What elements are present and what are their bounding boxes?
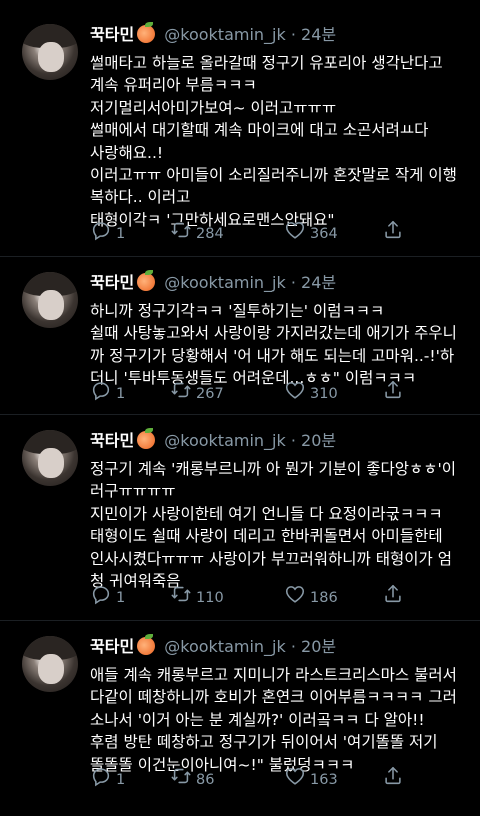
avatar[interactable] <box>22 430 78 486</box>
reply-icon <box>90 583 112 613</box>
peach-emoji-icon <box>137 428 156 449</box>
retweet-button[interactable]: 86 <box>170 768 214 792</box>
retweet-icon <box>170 583 192 613</box>
reply-icon <box>90 379 112 409</box>
tweet-text: 썰매타고 하늘로 올라갈때 정구기 유포리아 생각난다고 계속 유퍼리아 부름ㅋ… <box>90 54 457 229</box>
separator-dot: · <box>290 637 296 656</box>
user-handle[interactable]: @kooktamin_jk <box>164 273 286 292</box>
retweet-button[interactable]: 267 <box>170 382 224 406</box>
like-count: 186 <box>310 590 338 606</box>
timestamp[interactable]: 20분 <box>301 637 336 656</box>
tweet-actions: 1 267 310 <box>90 379 460 409</box>
tweet-divider <box>0 620 480 621</box>
separator-dot: · <box>290 431 296 450</box>
share-button[interactable] <box>382 765 404 795</box>
avatar-face <box>38 290 64 320</box>
like-count: 163 <box>310 772 338 788</box>
share-button[interactable] <box>382 379 404 409</box>
like-button[interactable]: 310 <box>284 382 338 406</box>
tweet-actions: 1 284 364 <box>90 219 460 249</box>
like-count: 310 <box>310 386 338 402</box>
tweet-actions: 1 110 186 <box>90 583 460 613</box>
tweet[interactable]: 꾹타민 @kooktamin_jk · 24분 하니까 정구기각ㅋㅋ '질투하기… <box>0 262 480 412</box>
timestamp[interactable]: 20분 <box>301 431 336 450</box>
heart-icon <box>284 219 306 249</box>
tweet-divider <box>0 414 480 415</box>
reply-count: 1 <box>116 226 126 242</box>
tweet[interactable]: 꾹타민 @kooktamin_jk · 20분 정구기 계속 '캐롱부르니까 아… <box>0 420 480 616</box>
avatar[interactable] <box>22 24 78 80</box>
display-name[interactable]: 꾹타민 <box>90 25 134 44</box>
avatar-face <box>38 448 64 478</box>
tweet-header: 꾹타민 @kooktamin_jk · 24분 <box>90 22 336 46</box>
timestamp[interactable]: 24분 <box>301 25 336 44</box>
tweet-header: 꾹타민 @kooktamin_jk · 20분 <box>90 634 336 658</box>
user-handle[interactable]: @kooktamin_jk <box>164 431 286 450</box>
reply-button[interactable]: 1 <box>90 222 125 246</box>
retweet-icon <box>170 379 192 409</box>
heart-icon <box>284 583 306 613</box>
reply-button[interactable]: 1 <box>90 768 125 792</box>
retweet-count: 267 <box>196 386 224 402</box>
like-button[interactable]: 364 <box>284 222 338 246</box>
like-button[interactable]: 163 <box>284 768 338 792</box>
heart-icon <box>284 765 306 795</box>
reply-button[interactable]: 1 <box>90 382 125 406</box>
user-handle[interactable]: @kooktamin_jk <box>164 637 286 656</box>
display-name[interactable]: 꾹타민 <box>90 273 134 292</box>
avatar[interactable] <box>22 636 78 692</box>
retweet-count: 110 <box>196 590 224 606</box>
tweet-divider <box>0 256 480 257</box>
avatar[interactable] <box>22 272 78 328</box>
reply-count: 1 <box>116 590 126 606</box>
retweet-button[interactable]: 110 <box>170 586 224 610</box>
separator-dot: · <box>290 25 296 44</box>
heart-icon <box>284 379 306 409</box>
tweet-header: 꾹타민 @kooktamin_jk · 20분 <box>90 428 336 452</box>
share-button[interactable] <box>382 219 404 249</box>
share-icon <box>382 219 404 249</box>
avatar-face <box>38 42 64 72</box>
tweet[interactable]: 꾹타민 @kooktamin_jk · 24분 썰매타고 하늘로 올라갈때 정구… <box>0 14 480 252</box>
tweet-header: 꾹타민 @kooktamin_jk · 24분 <box>90 270 336 294</box>
retweet-icon <box>170 765 192 795</box>
like-count: 364 <box>310 226 338 242</box>
like-button[interactable]: 186 <box>284 586 338 610</box>
retweet-count: 86 <box>196 772 215 788</box>
reply-count: 1 <box>116 386 126 402</box>
display-name[interactable]: 꾹타민 <box>90 637 134 656</box>
reply-icon <box>90 765 112 795</box>
retweet-icon <box>170 219 192 249</box>
tweet[interactable]: 꾹타민 @kooktamin_jk · 20분 애들 계속 캐롱부르고 지미니가… <box>0 626 480 798</box>
share-icon <box>382 765 404 795</box>
share-icon <box>382 379 404 409</box>
share-icon <box>382 583 404 613</box>
reply-count: 1 <box>116 772 126 788</box>
reply-button[interactable]: 1 <box>90 586 125 610</box>
reply-icon <box>90 219 112 249</box>
tweet-actions: 1 86 163 <box>90 765 460 795</box>
share-button[interactable] <box>382 583 404 613</box>
user-handle[interactable]: @kooktamin_jk <box>164 25 286 44</box>
tweet-text: 애들 계속 캐롱부르고 지미니가 라스트크리스마스 불러서 다같이 떼창하니까 … <box>90 666 457 774</box>
timestamp[interactable]: 24분 <box>301 273 336 292</box>
display-name[interactable]: 꾹타민 <box>90 431 134 450</box>
avatar-face <box>38 654 64 684</box>
tweet-text: 하니까 정구기각ㅋㅋ '질투하기는' 이럼ㅋㅋㅋ 쉴때 사탕놓고와서 사랑이랑 … <box>90 302 457 388</box>
peach-emoji-icon <box>137 634 156 655</box>
retweet-count: 284 <box>196 226 224 242</box>
peach-emoji-icon <box>137 22 156 43</box>
separator-dot: · <box>290 273 296 292</box>
peach-emoji-icon <box>137 270 156 291</box>
retweet-button[interactable]: 284 <box>170 222 224 246</box>
tweet-text: 정구기 계속 '캐롱부르니까 아 뭔가 기분이 좋다앙ㅎㅎ'이 러구ㅠㅠㅠㅠ 지… <box>90 460 457 591</box>
